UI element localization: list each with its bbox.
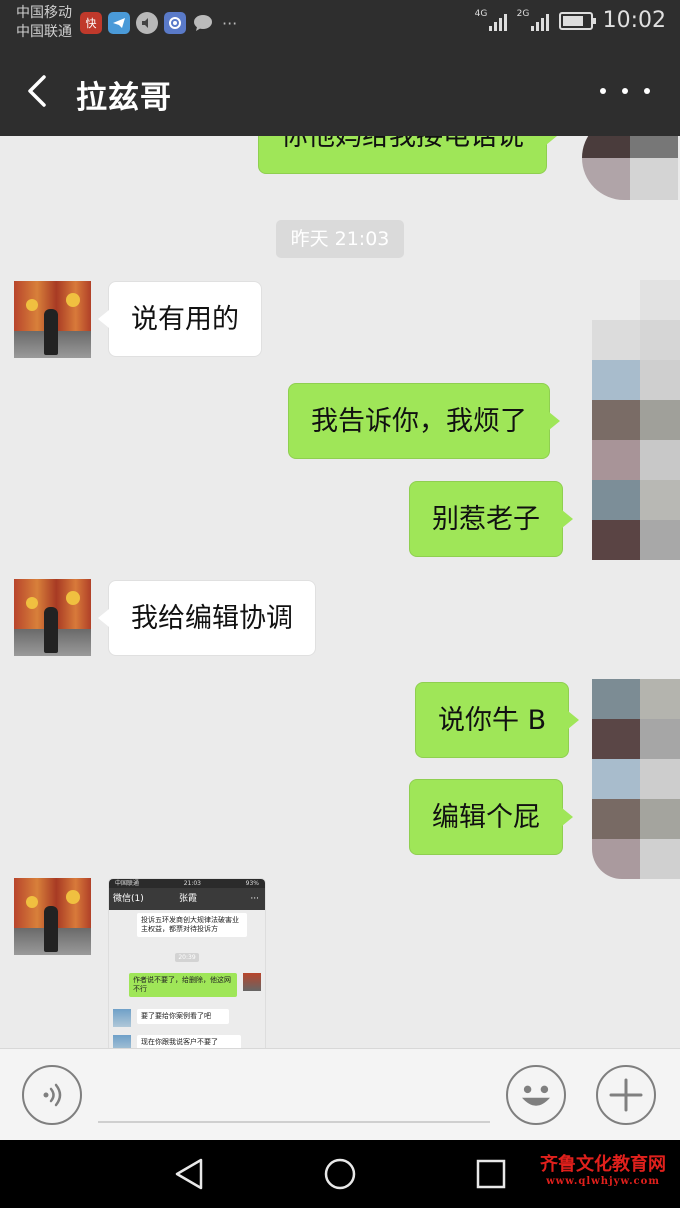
image-message-thumbnail[interactable]: 中国联通 21:03 93% 微信(1) 张霞 ··· 投诉五环发商创大规律法破… xyxy=(108,878,266,1048)
avatar-contact[interactable] xyxy=(14,579,91,656)
nav-back-button[interactable] xyxy=(172,1156,206,1196)
settings-app-icon xyxy=(164,12,186,34)
smiley-icon xyxy=(522,1085,550,1106)
nav-recents-button[interactable] xyxy=(475,1158,507,1194)
dot-icon xyxy=(622,88,628,94)
triangle-back-icon xyxy=(175,1158,203,1190)
circle-home-icon xyxy=(324,1158,356,1190)
battery-icon xyxy=(558,11,596,30)
carrier-labels: 中国移动 中国联通 xyxy=(16,4,72,42)
clock: 10:02 xyxy=(602,8,666,33)
input-toolbar xyxy=(0,1048,680,1140)
message-list[interactable]: 你他妈给我接电话说 昨天 21:03 说有用的 我告诉你，我烦了 别惹老子 我给… xyxy=(0,136,680,1048)
message-bubble-outgoing[interactable]: 别惹老子 xyxy=(409,481,573,557)
message-bubble-outgoing[interactable]: 你他妈给我接电话说 xyxy=(258,136,557,174)
more-options-button[interactable] xyxy=(600,76,650,106)
avatar-self-blurred[interactable] xyxy=(582,136,678,200)
chevron-left-icon xyxy=(28,75,46,107)
square-recents-icon xyxy=(476,1159,506,1189)
dot-icon xyxy=(600,88,606,94)
thumb-avatar xyxy=(243,973,261,991)
thumb-status-bar: 中国联通 21:03 93% xyxy=(109,879,265,888)
carrier-2: 中国联通 xyxy=(16,24,72,40)
thumb-timestamp: 20:39 xyxy=(175,953,199,962)
message-bubble-outgoing[interactable]: 编辑个屁 xyxy=(409,779,573,855)
thumb-title-bar: 微信(1) 张霞 ··· xyxy=(109,888,265,910)
status-right: 4G 2G 10:02 xyxy=(475,8,666,33)
voice-icon xyxy=(43,1083,62,1107)
more-notifications-icon: ··· xyxy=(222,13,238,33)
emoji-button[interactable] xyxy=(506,1065,566,1125)
avatar-contact[interactable] xyxy=(14,281,91,358)
page-title: 拉兹哥 xyxy=(76,80,172,116)
signal-1-icon: 4G xyxy=(475,9,507,31)
message-bubble-incoming[interactable]: 我给编辑协调 xyxy=(98,580,316,656)
thumb-message: 要了要给你案例看了吧 xyxy=(137,1009,229,1024)
thumb-message: 现在你跟我说客户不要了 xyxy=(137,1035,241,1048)
signal-2-icon: 2G xyxy=(517,9,549,31)
thumb-avatar xyxy=(113,1009,131,1027)
chat-header: 拉兹哥 xyxy=(0,46,680,136)
status-bar: 中国移动 中国联通 快 ··· 4G 2G 10:02 xyxy=(0,0,680,46)
thumb-avatar xyxy=(113,1035,131,1048)
voice-input-button[interactable] xyxy=(22,1065,82,1125)
plus-icon xyxy=(609,1078,643,1112)
avatar-self-blurred[interactable] xyxy=(592,679,680,879)
message-bubble-outgoing[interactable]: 我告诉你，我烦了 xyxy=(288,383,560,459)
message-bubble-outgoing[interactable]: 说你牛 B xyxy=(415,682,580,758)
volume-icon xyxy=(136,12,158,34)
message-input[interactable] xyxy=(98,1121,490,1123)
more-actions-button[interactable] xyxy=(596,1065,656,1125)
wechat-chat-screen: 中国移动 中国联通 快 ··· 4G 2G 10:02 拉兹哥 你他妈给我接电话… xyxy=(0,0,680,1208)
carrier-1: 中国移动 xyxy=(16,5,72,21)
news-app-icon: 快 xyxy=(80,12,102,34)
thumb-message: 投诉五环发商创大规律法破害业主权益，都票对待投诉方 xyxy=(137,913,247,937)
system-nav-bar: 齐鲁文化教育网 www.qlwhjyw.com xyxy=(0,1140,680,1208)
thumb-message: 作者说不要了，给删除，他这网不行 xyxy=(129,973,237,997)
back-button[interactable] xyxy=(22,71,62,111)
timestamp: 昨天 21:03 xyxy=(276,220,404,258)
telegram-icon xyxy=(108,12,130,34)
dot-icon xyxy=(644,88,650,94)
nav-home-button[interactable] xyxy=(322,1156,358,1196)
chat-icon xyxy=(192,12,214,34)
avatar-self-blurred[interactable] xyxy=(592,280,680,560)
message-bubble-incoming[interactable]: 说有用的 xyxy=(98,281,262,357)
watermark: 齐鲁文化教育网 www.qlwhjyw.com xyxy=(540,1154,666,1187)
notification-icons: 快 ··· xyxy=(80,12,237,34)
avatar-contact[interactable] xyxy=(14,878,91,955)
